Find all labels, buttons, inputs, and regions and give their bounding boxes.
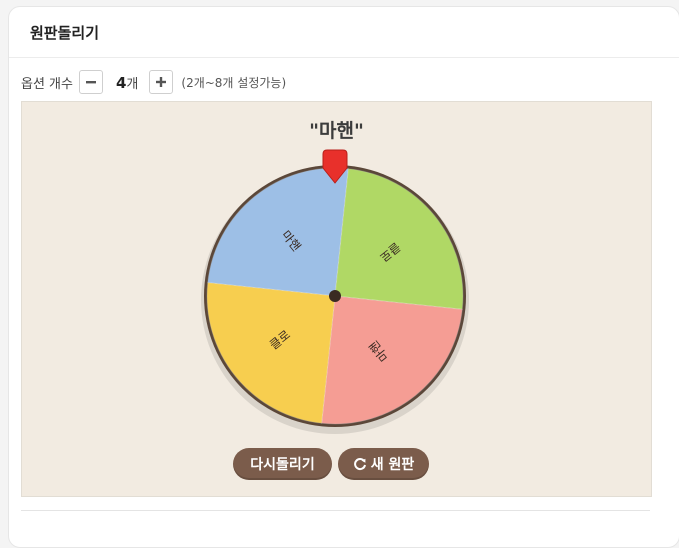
wheel-segment: [321, 295, 463, 425]
wheel-hub: [329, 290, 341, 302]
option-count-hint: (2개~8개 설정가능): [181, 75, 287, 90]
new-wheel-button[interactable]: 새 원판: [338, 448, 429, 480]
page-title: 원판돌리기: [30, 24, 100, 42]
new-wheel-label: 새 원판: [370, 457, 415, 473]
option-count-value: 4: [115, 73, 127, 92]
minus-icon: [85, 81, 96, 84]
wheel-segment: [206, 282, 336, 424]
decrease-button[interactable]: [78, 70, 103, 94]
option-count-row: 옵션 개수 4 개 (2개~8개 설정가능): [21, 69, 286, 95]
roulette-wheel[interactable]: 마핸 클로마핸클로: [22, 102, 651, 496]
card-header: 원판돌리기: [9, 7, 679, 58]
spin-again-label: 다시돌리기: [250, 457, 315, 473]
wheel-segment: [207, 167, 349, 297]
plus-icon: [156, 77, 167, 87]
option-count-unit: 개: [126, 76, 139, 92]
increase-button[interactable]: [149, 70, 174, 94]
divider: [21, 510, 650, 511]
spin-again-button[interactable]: 다시돌리기: [233, 448, 332, 480]
option-count-label: 옵션 개수: [21, 76, 73, 92]
refresh-icon: [353, 458, 366, 471]
wheel-segment: [334, 168, 464, 310]
wheel-stage: "마핸" 마핸 클로 마핸 클로 다시돌리기 새 원판: [21, 101, 652, 497]
option-count: 4 개: [116, 73, 138, 92]
